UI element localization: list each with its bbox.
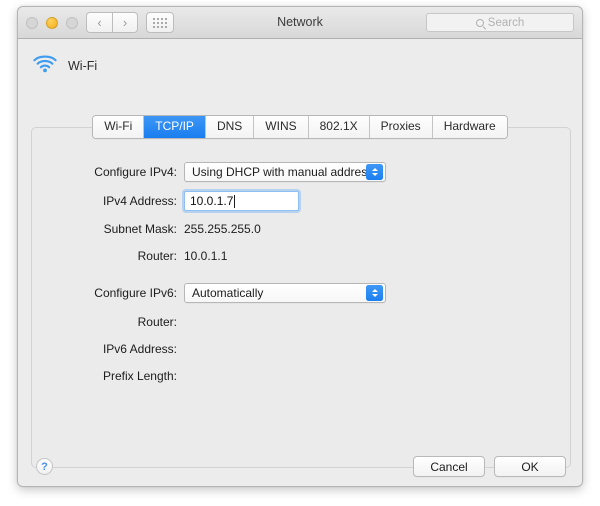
tab-tcpip[interactable]: TCP/IP — [144, 116, 206, 138]
row-ipv4-router: Router: 10.0.1.1 — [32, 246, 228, 266]
text-caret — [234, 194, 236, 208]
search-placeholder: Search — [487, 16, 525, 29]
configure-ipv4-value: Using DHCP with manual address — [192, 165, 374, 179]
search-input[interactable]: Search — [426, 13, 574, 32]
service-name: Wi-Fi — [68, 58, 98, 73]
tab-8021x[interactable]: 802.1X — [308, 116, 370, 138]
tab-hardware[interactable]: Hardware — [432, 116, 507, 138]
tab-dns[interactable]: DNS — [205, 116, 255, 138]
configure-ipv6-value: Automatically — [192, 286, 264, 300]
tcpip-settings-panel: Configure IPv4: Using DHCP with manual a… — [31, 127, 571, 468]
search-icon — [475, 18, 484, 27]
tab-bar: Wi-Fi TCP/IP DNS WINS 802.1X Proxies Har… — [18, 115, 582, 139]
window-titlebar: ‹ › Network Search — [18, 7, 582, 39]
chevron-updown-icon — [366, 285, 383, 301]
tab-wifi[interactable]: Wi-Fi — [93, 116, 145, 138]
row-configure-ipv4: Configure IPv4: Using DHCP with manual a… — [32, 162, 386, 182]
row-ipv6-router: Router: — [32, 312, 184, 332]
configure-ipv4-label: Configure IPv4: — [94, 165, 177, 179]
service-header: Wi-Fi — [32, 53, 97, 78]
row-ipv4-address: IPv4 Address: 10.0.1.7 — [32, 191, 299, 211]
tab-proxies[interactable]: Proxies — [369, 116, 433, 138]
dialog-buttons: Cancel OK — [413, 456, 566, 477]
ok-button[interactable]: OK — [494, 456, 566, 477]
subnet-mask-value: 255.255.255.0 — [184, 222, 261, 236]
tab-strip: Wi-Fi TCP/IP DNS WINS 802.1X Proxies Har… — [92, 115, 508, 139]
ipv4-router-value: 10.0.1.1 — [184, 249, 228, 263]
ipv4-address-value: 10.0.1.7 — [190, 194, 234, 208]
configure-ipv6-select[interactable]: Automatically — [184, 283, 386, 303]
configure-ipv4-select[interactable]: Using DHCP with manual address — [184, 162, 386, 182]
configure-ipv6-label: Configure IPv6: — [94, 286, 177, 300]
prefix-length-label: Prefix Length: — [102, 369, 177, 383]
network-preferences-window: ‹ › Network Search Wi-Fi Wi-Fi TCP/IP DN… — [17, 6, 583, 487]
cancel-button[interactable]: Cancel — [413, 456, 485, 477]
help-button[interactable]: ? — [36, 458, 53, 475]
ipv4-address-input[interactable]: 10.0.1.7 — [184, 191, 299, 211]
ipv6-router-label: Router: — [137, 315, 177, 329]
tab-wins[interactable]: WINS — [254, 116, 309, 138]
screen: ‹ › Network Search Wi-Fi Wi-Fi TCP/IP DN… — [0, 0, 600, 506]
wifi-icon — [32, 53, 58, 78]
row-prefix-length: Prefix Length: — [32, 366, 184, 386]
row-ipv6-address: IPv6 Address: — [32, 339, 184, 359]
ipv4-router-label: Router: — [137, 249, 177, 263]
subnet-mask-label: Subnet Mask: — [103, 222, 177, 236]
ipv6-address-label: IPv6 Address: — [102, 342, 177, 356]
chevron-updown-icon — [366, 164, 383, 180]
ipv4-address-label: IPv4 Address: — [102, 194, 177, 208]
window-content: Wi-Fi Wi-Fi TCP/IP DNS WINS 802.1X Proxi… — [18, 39, 582, 486]
row-configure-ipv6: Configure IPv6: Automatically — [32, 283, 386, 303]
row-subnet-mask: Subnet Mask: 255.255.255.0 — [32, 219, 261, 239]
